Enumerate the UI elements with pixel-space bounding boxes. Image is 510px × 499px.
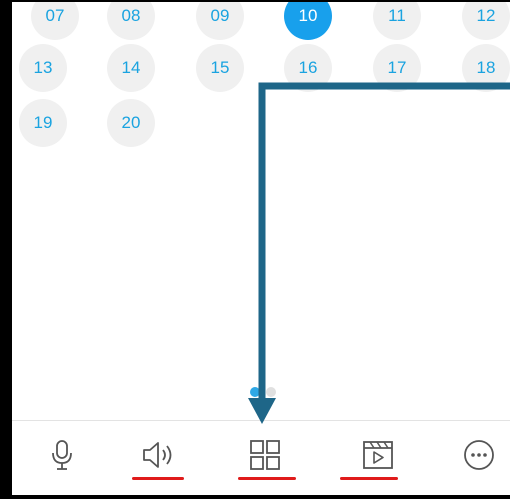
- speaker-button[interactable]: [137, 435, 181, 475]
- day-cell-20[interactable]: 20: [107, 99, 155, 147]
- microphone-button[interactable]: [40, 435, 84, 475]
- grid-button[interactable]: [243, 435, 287, 475]
- highlight-underline-grid: [238, 477, 296, 480]
- page-indicator: [250, 387, 276, 397]
- day-cell-15[interactable]: 15: [196, 44, 244, 92]
- more-button[interactable]: [457, 435, 501, 475]
- bottom-toolbar: [12, 420, 510, 495]
- more-icon: [464, 440, 494, 470]
- day-cell-14[interactable]: 14: [107, 44, 155, 92]
- day-cell-16[interactable]: 16: [284, 44, 332, 92]
- day-cell-12[interactable]: 12: [462, 2, 510, 40]
- day-cell-11[interactable]: 11: [373, 2, 421, 40]
- day-cell-17[interactable]: 17: [373, 44, 421, 92]
- page-dot-active: [250, 387, 260, 397]
- highlight-underline-speaker: [132, 477, 184, 480]
- microphone-icon: [52, 440, 72, 470]
- day-cell-07[interactable]: 07: [31, 2, 79, 40]
- day-cell-08[interactable]: 08: [107, 2, 155, 40]
- speaker-icon: [143, 442, 172, 468]
- highlight-underline-video: [340, 477, 398, 480]
- day-cell-10-selected[interactable]: 10: [284, 2, 332, 40]
- day-cell-09[interactable]: 09: [196, 2, 244, 40]
- page-dot: [266, 387, 276, 397]
- grid-icon: [250, 440, 280, 470]
- screen-frame: 07 08 09 10 11 12 13 14 15 16 17 18 19 2…: [0, 0, 510, 499]
- day-cell-18[interactable]: 18: [462, 44, 510, 92]
- day-cell-13[interactable]: 13: [19, 44, 67, 92]
- day-cell-19[interactable]: 19: [19, 99, 67, 147]
- video-clip-icon: [363, 441, 393, 469]
- video-clip-button[interactable]: [356, 435, 400, 475]
